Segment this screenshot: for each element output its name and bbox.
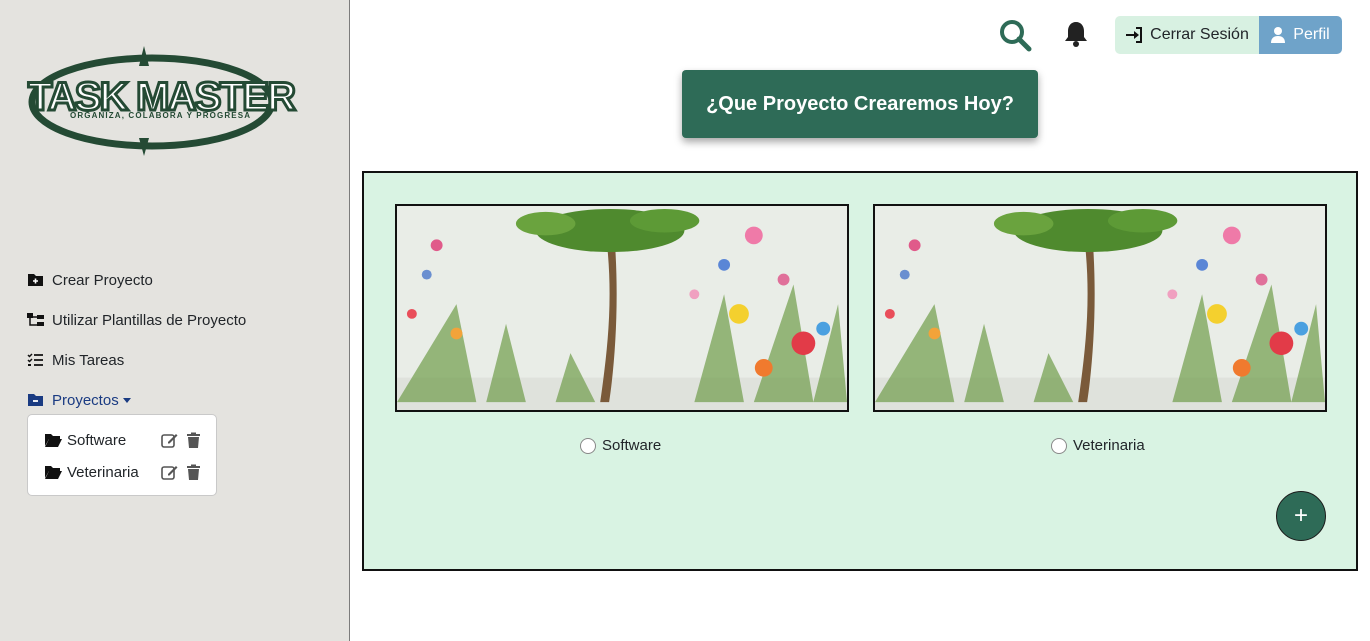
sitemap-icon	[27, 313, 44, 326]
chevron-down-icon	[122, 397, 131, 403]
logout-label: Cerrar Sesión	[1150, 26, 1249, 43]
trash-icon[interactable]	[185, 464, 202, 481]
edit-icon[interactable]	[161, 464, 178, 481]
profile-label: Perfil	[1293, 26, 1330, 43]
sign-in-icon	[1126, 27, 1143, 43]
sidebar: TASK MASTER ORGANIZA, COLABORA Y PROGRES…	[0, 0, 350, 641]
radio-button[interactable]	[580, 437, 596, 454]
radio-label: Veterinaria	[1073, 437, 1145, 454]
project-dropdown-list: Software Veterinaria	[27, 414, 217, 496]
sidebar-item-plantillas[interactable]: Utilizar Plantillas de Proyecto	[27, 300, 246, 340]
user-icon	[1271, 27, 1286, 43]
sidebar-item-mis-tareas[interactable]: Mis Tareas	[27, 340, 246, 380]
project-radio-veterinaria[interactable]: Veterinaria	[1051, 437, 1145, 454]
sidebar-item-label: Crear Proyecto	[52, 271, 153, 289]
radio-button[interactable]	[1051, 437, 1067, 454]
svg-text:ORGANIZA, COLABORA Y PROGRESA: ORGANIZA, COLABORA Y PROGRESA	[70, 111, 250, 120]
project-radio-software[interactable]: Software	[580, 437, 661, 454]
edit-icon[interactable]	[161, 432, 178, 449]
page-title: ¿Que Proyecto Crearemos Hoy?	[682, 70, 1038, 138]
flowers-tree-image	[875, 206, 1325, 410]
task-master-logo[interactable]: TASK MASTER ORGANIZA, COLABORA Y PROGRES…	[22, 44, 302, 160]
flowers-tree-image	[397, 206, 847, 410]
logout-button[interactable]: Cerrar Sesión	[1115, 16, 1259, 54]
sidebar-item-label: Utilizar Plantillas de Proyecto	[52, 311, 247, 329]
sidebar-item-label: Mis Tareas	[52, 351, 125, 369]
folder-plus-icon	[28, 274, 43, 286]
profile-button[interactable]: Perfil	[1259, 16, 1342, 54]
list-check-icon	[27, 353, 43, 366]
add-project-button[interactable]: +	[1276, 491, 1326, 541]
project-card-image[interactable]	[395, 204, 849, 412]
project-item-software[interactable]: Software	[28, 424, 216, 456]
project-card-image[interactable]	[873, 204, 1327, 412]
trash-icon[interactable]	[185, 432, 202, 449]
sidebar-item-label: Proyectos	[52, 391, 119, 409]
radio-label: Software	[602, 437, 662, 454]
folder-minus-icon	[28, 394, 43, 406]
project-item-veterinaria[interactable]: Veterinaria	[28, 456, 216, 488]
sidebar-item-crear-proyecto[interactable]: Crear Proyecto	[27, 260, 246, 300]
folder-open-icon	[45, 433, 62, 447]
sidebar-nav: Crear Proyecto Utilizar Plantillas de Pr…	[27, 260, 246, 420]
project-name: Veterinaria	[67, 463, 139, 481]
search-icon[interactable]	[998, 18, 1032, 52]
folder-open-icon	[45, 465, 62, 479]
projects-panel: Software Veterinaria +	[362, 171, 1358, 571]
bell-icon[interactable]	[1064, 20, 1088, 47]
project-name: Software	[67, 431, 127, 449]
